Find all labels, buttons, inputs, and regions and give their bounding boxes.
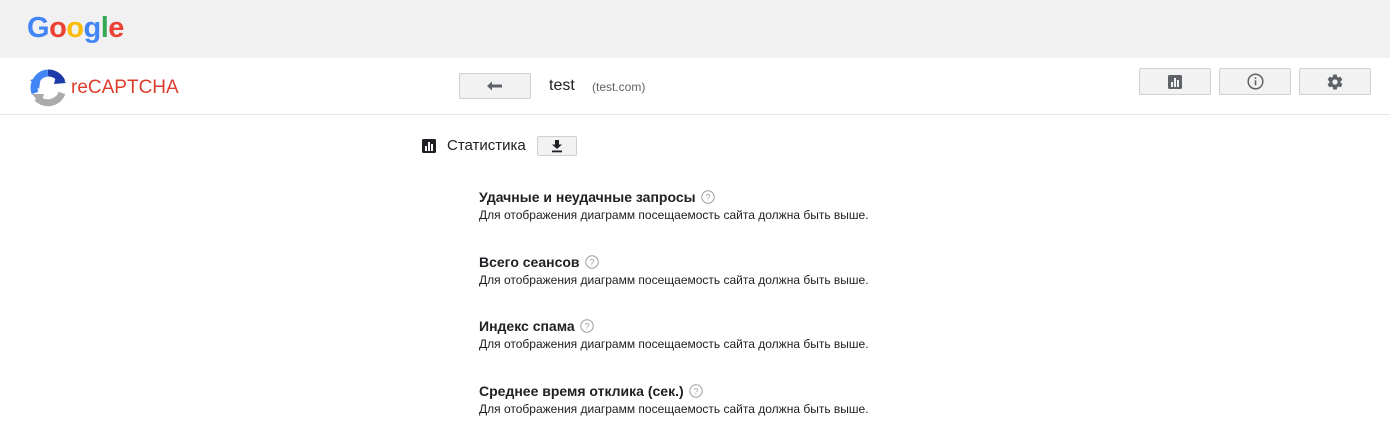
stat-title: Удачные и неудачные запросы	[479, 188, 696, 206]
stat-description: Для отображения диаграмм посещаемость са…	[479, 402, 1179, 416]
help-icon[interactable]: ?	[580, 319, 594, 333]
stats-button[interactable]	[1139, 68, 1211, 95]
bar-chart-icon	[1167, 74, 1183, 90]
google-logo-letter: l	[101, 10, 109, 46]
google-logo-letter: o	[49, 10, 66, 46]
google-logo-letter: e	[108, 10, 124, 46]
site-domain: (test.com)	[592, 79, 645, 95]
stat-item: Индекс спама ? Для отображения диаграмм …	[479, 316, 1179, 381]
settings-button[interactable]	[1299, 68, 1371, 95]
app-bar: reCAPTCHA test (test.com)	[0, 58, 1390, 115]
google-logo-letter: G	[27, 10, 49, 46]
stats-section-header: Статистика	[421, 135, 577, 157]
product-name[interactable]: reCAPTCHA	[71, 77, 179, 99]
gear-icon	[1326, 73, 1344, 91]
stat-item: Удачные и неудачные запросы ? Для отобра…	[479, 187, 1179, 252]
stat-title: Индекс спама	[479, 317, 575, 335]
svg-text:?: ?	[589, 257, 594, 267]
help-icon[interactable]: ?	[585, 255, 599, 269]
stat-item: Всего сеансов ? Для отображения диаграмм…	[479, 252, 1179, 317]
google-logo-letter: o	[66, 10, 83, 46]
svg-text:?: ?	[584, 321, 589, 331]
recaptcha-logo-icon[interactable]	[27, 67, 69, 109]
download-button[interactable]	[537, 136, 577, 156]
back-button[interactable]	[459, 73, 531, 99]
stat-title: Всего сеансов	[479, 253, 580, 271]
stat-description: Для отображения диаграмм посещаемость са…	[479, 273, 1179, 287]
help-icon[interactable]: ?	[689, 384, 703, 398]
help-icon[interactable]: ?	[701, 190, 715, 204]
google-top-bar: Google	[0, 0, 1390, 58]
google-logo-letter: g	[84, 10, 101, 46]
arrow-back-icon	[486, 80, 504, 92]
stats-list: Удачные и неудачные запросы ? Для отобра…	[479, 187, 1179, 445]
svg-text:?: ?	[705, 192, 710, 202]
stat-item: Среднее время отклика (сек.) ? Для отобр…	[479, 381, 1179, 445]
download-icon	[550, 139, 564, 153]
section-title: Статистика	[447, 136, 526, 156]
stat-title: Среднее время отклика (сек.)	[479, 382, 684, 400]
info-button[interactable]	[1219, 68, 1291, 95]
stat-description: Для отображения диаграмм посещаемость са…	[479, 208, 1179, 222]
google-logo[interactable]: Google	[27, 10, 124, 46]
site-name: test	[549, 76, 575, 96]
bar-chart-icon	[421, 138, 437, 154]
info-icon	[1247, 73, 1264, 90]
stat-description: Для отображения диаграмм посещаемость са…	[479, 337, 1179, 351]
svg-text:?: ?	[693, 386, 698, 396]
